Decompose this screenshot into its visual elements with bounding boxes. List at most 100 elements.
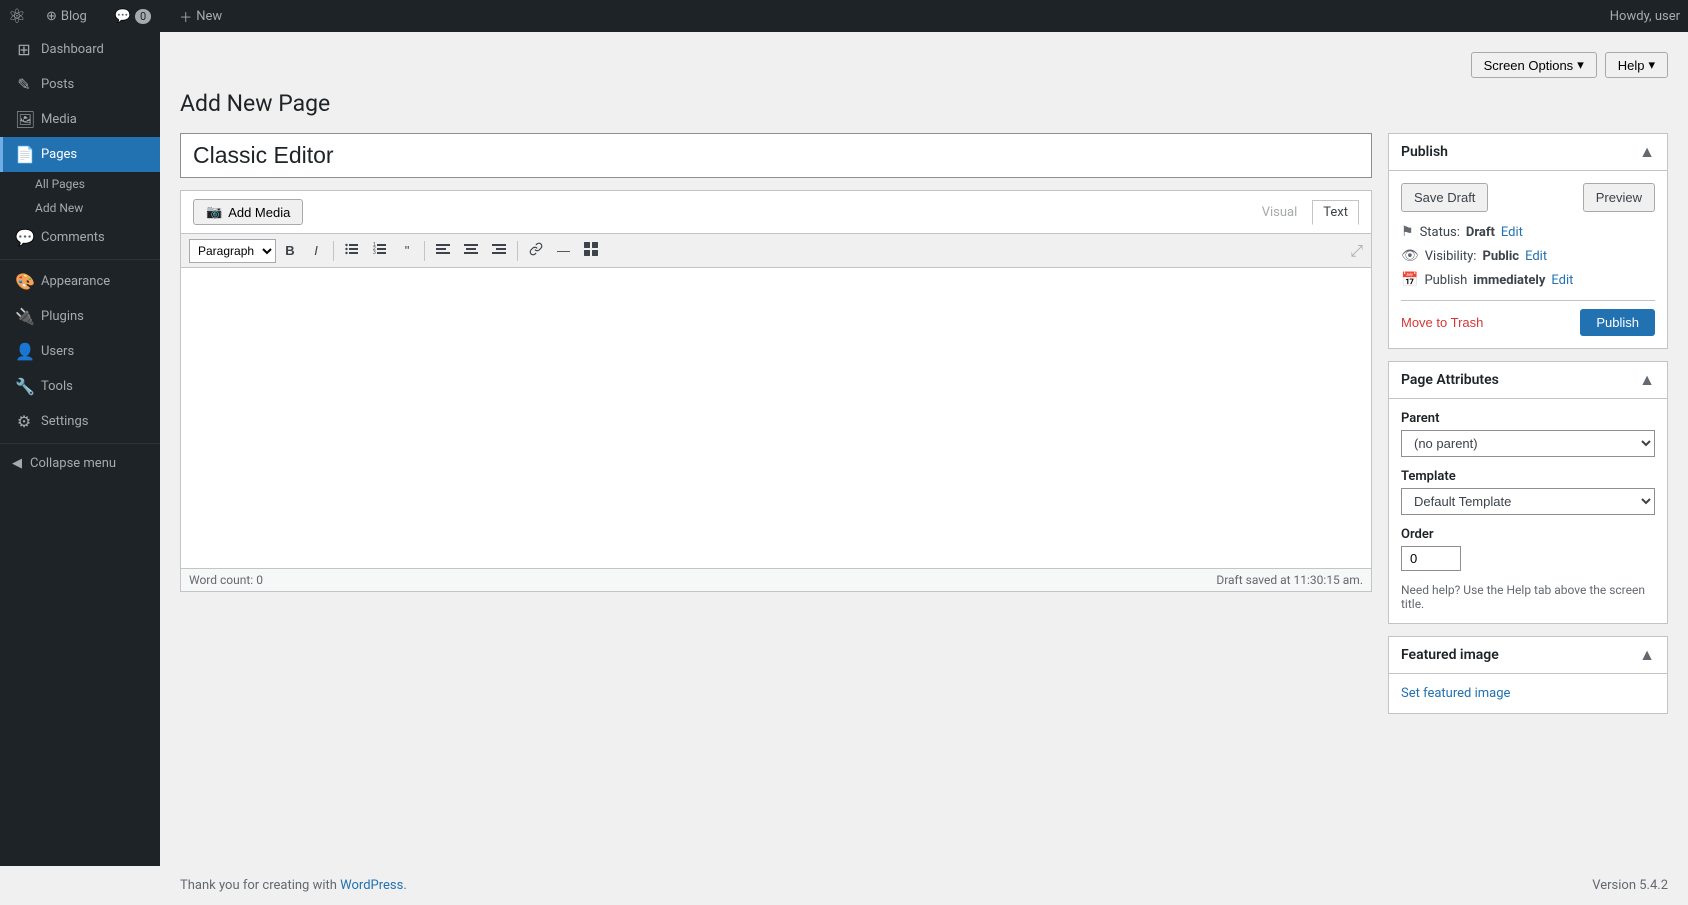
visibility-edit-link[interactable]: Edit [1525, 249, 1547, 264]
sidebar-label-tools: Tools [41, 379, 73, 394]
status-label: Status: [1420, 225, 1460, 240]
publish-panel: Publish ▲ Save Draft Preview ⚑ Sta [1388, 133, 1668, 349]
italic-button[interactable]: I [304, 239, 328, 262]
publish-panel-toggle[interactable]: ▲ [1639, 142, 1655, 162]
sidebar-label-plugins: Plugins [41, 309, 84, 324]
editor-box: 📷 Add Media Visual Text Paragrap [180, 190, 1372, 592]
dashboard-icon: ⊞ [15, 40, 33, 59]
order-input[interactable] [1401, 546, 1461, 571]
sidebar-label-settings: Settings [41, 414, 88, 429]
editor-sidebar: Publish ▲ Save Draft Preview ⚑ Sta [1388, 133, 1668, 726]
help-chevron: ▾ [1648, 57, 1655, 73]
link-button[interactable] [523, 238, 549, 263]
format-select[interactable]: Paragraph [189, 239, 276, 263]
sidebar-item-media[interactable]: 🖼 Media [0, 102, 160, 137]
featured-image-toggle[interactable]: ▲ [1639, 645, 1655, 665]
parent-group: Parent (no parent) [1401, 411, 1655, 457]
svg-text:3: 3 [373, 250, 376, 256]
calendar-icon: 📅 [1401, 272, 1418, 288]
sidebar-label-users: Users [41, 344, 74, 359]
move-to-trash-button[interactable]: Move to Trash [1401, 315, 1483, 330]
publish-timing-value: immediately [1473, 273, 1545, 288]
template-group: Template Default Template [1401, 469, 1655, 515]
page-attributes-header: Page Attributes ▲ [1389, 362, 1667, 399]
page-attributes-toggle[interactable]: ▲ [1639, 370, 1655, 390]
collapse-label: Collapse menu [30, 456, 116, 471]
visual-label: Visual [1262, 205, 1298, 220]
sidebar-item-plugins[interactable]: 🔌 Plugins [0, 299, 160, 334]
wordpress-link[interactable]: WordPress. [340, 878, 407, 893]
align-right-button[interactable] [486, 238, 512, 263]
draft-saved-text: Draft saved at 11:30:15 am. [1216, 573, 1363, 587]
publish-actions: Save Draft Preview [1401, 183, 1655, 212]
featured-image-panel: Featured image ▲ Set featured image [1388, 636, 1668, 714]
template-select[interactable]: Default Template [1401, 488, 1655, 515]
sidebar-item-pages[interactable]: 📄 Pages [0, 137, 160, 172]
more-button[interactable]: — [551, 239, 576, 262]
toolbar-divider-2 [424, 241, 425, 261]
sidebar-label-dashboard: Dashboard [41, 42, 104, 57]
editor-content-area[interactable] [181, 268, 1371, 568]
adminbar-comments[interactable]: 💬 0 [107, 0, 159, 32]
screen-options-button[interactable]: Screen Options ▾ [1471, 52, 1597, 78]
editor-main: 📷 Add Media Visual Text Paragrap [180, 133, 1372, 592]
page-attributes-title: Page Attributes [1401, 372, 1499, 388]
help-label: Help [1618, 58, 1645, 73]
page-title-input[interactable] [180, 133, 1372, 178]
collapse-icon: ◀ [12, 456, 22, 471]
add-media-icon: 📷 [206, 204, 222, 220]
text-label: Text [1323, 205, 1348, 220]
adminbar-user: Howdy, user [1610, 9, 1680, 24]
help-button[interactable]: Help ▾ [1605, 52, 1668, 78]
featured-image-title: Featured image [1401, 647, 1499, 663]
adminbar-new[interactable]: ＋ New [171, 0, 230, 32]
publish-panel-title: Publish [1401, 144, 1448, 160]
bold-button[interactable]: B [278, 239, 302, 262]
publish-button[interactable]: Publish [1580, 309, 1655, 336]
sidebar-subitem-add-new[interactable]: Add New [0, 196, 160, 220]
visibility-row: 👁 Visibility: Public Edit [1401, 248, 1655, 264]
add-media-button[interactable]: 📷 Add Media [193, 199, 303, 225]
editor-toolbar: Paragraph B I 123 " [181, 234, 1371, 268]
publish-timing-edit-link[interactable]: Edit [1551, 273, 1573, 288]
admin-sidebar: ⊞ Dashboard ✎ Posts 🖼 Media 📄 Pages All … [0, 32, 160, 866]
howdy-text: Howdy, user [1610, 9, 1680, 24]
preview-button[interactable]: Preview [1583, 183, 1655, 212]
page-attributes-body: Parent (no parent) Template Default Temp… [1389, 399, 1667, 623]
word-count-value: 0 [256, 573, 263, 587]
visual-tab[interactable]: Visual [1251, 200, 1309, 225]
add-media-label: Add Media [228, 205, 290, 220]
unordered-list-button[interactable] [339, 238, 365, 263]
sidebar-item-dashboard[interactable]: ⊞ Dashboard [0, 32, 160, 67]
blockquote-button[interactable]: " [395, 239, 419, 262]
visibility-value: Public [1482, 249, 1519, 264]
sidebar-label-appearance: Appearance [41, 274, 110, 289]
sidebar-item-settings[interactable]: ⚙ Settings [0, 404, 160, 439]
top-bar: Screen Options ▾ Help ▾ [180, 52, 1668, 78]
sidebar-divider-2 [0, 443, 160, 444]
set-featured-image-link[interactable]: Set featured image [1401, 686, 1510, 701]
parent-select[interactable]: (no parent) [1401, 430, 1655, 457]
expand-button[interactable]: ⤢ [1350, 241, 1363, 261]
align-left-button[interactable] [430, 238, 456, 263]
align-center-button[interactable] [458, 238, 484, 263]
plus-icon: ＋ [179, 7, 192, 26]
table-button[interactable] [578, 238, 604, 263]
text-tab[interactable]: Text [1312, 200, 1359, 225]
sidebar-item-posts[interactable]: ✎ Posts [0, 67, 160, 102]
save-draft-button[interactable]: Save Draft [1401, 183, 1488, 212]
status-value: Draft [1466, 225, 1495, 240]
parent-label: Parent [1401, 411, 1655, 426]
sidebar-item-comments[interactable]: 💬 Comments [0, 220, 160, 255]
status-edit-link[interactable]: Edit [1501, 225, 1523, 240]
publish-timing-row: 📅 Publish immediately Edit [1401, 272, 1655, 288]
status-row: ⚑ Status: Draft Edit [1401, 224, 1655, 240]
ordered-list-button[interactable]: 123 [367, 238, 393, 263]
adminbar-site[interactable]: ⊕ Blog [38, 0, 95, 32]
sidebar-item-tools[interactable]: 🔧 Tools [0, 369, 160, 404]
wp-logo-icon[interactable]: ⚛ [8, 4, 26, 28]
collapse-menu-button[interactable]: ◀ Collapse menu [0, 448, 160, 479]
sidebar-item-appearance[interactable]: 🎨 Appearance [0, 264, 160, 299]
sidebar-item-users[interactable]: 👤 Users [0, 334, 160, 369]
sidebar-subitem-all-pages[interactable]: All Pages [0, 172, 160, 196]
